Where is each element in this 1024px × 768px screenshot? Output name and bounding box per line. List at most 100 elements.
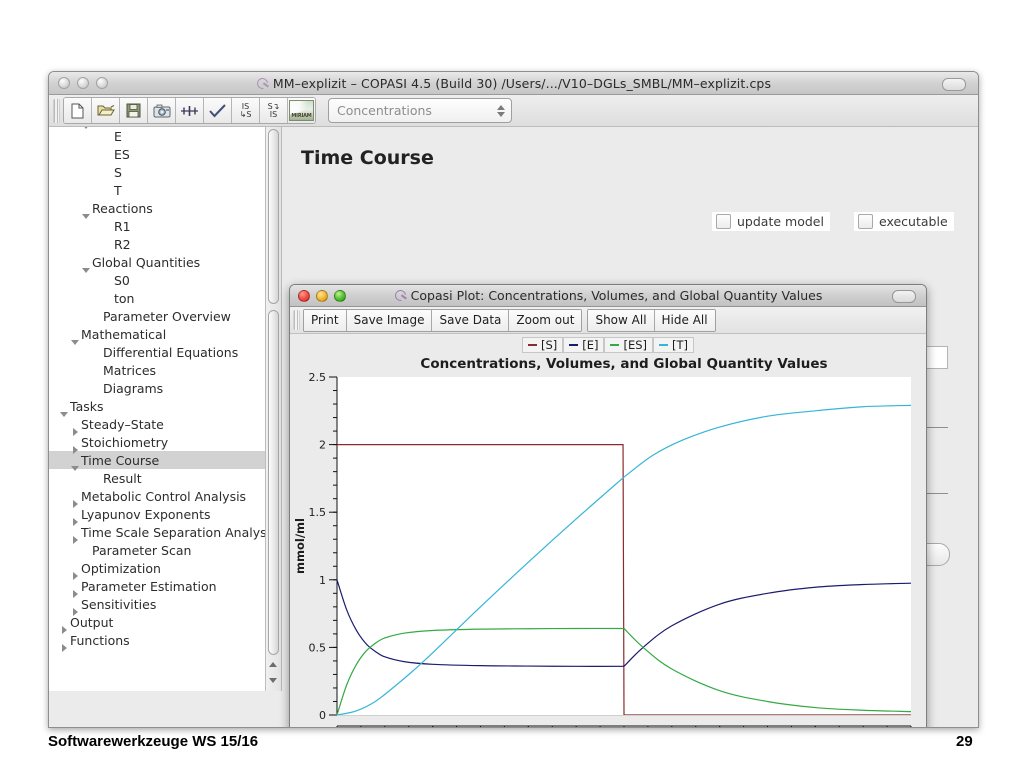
tree-item[interactable]: Metabolic Control Analysis [49, 487, 265, 508]
hide-all-button[interactable]: Hide All [654, 309, 715, 331]
tree-item-label: Lyapunov Exponents [81, 506, 211, 522]
miriam-icon[interactable]: MIRIAM [288, 98, 315, 123]
copasi-main-window: MM–explizit – COPASI 4.5 (Build 30) /Use… [48, 71, 979, 728]
tree-item-label: Mathematical [81, 326, 167, 342]
tree-item[interactable]: Diagrams [49, 379, 265, 397]
save-image-button[interactable]: Save Image [346, 309, 433, 331]
y-axis-label: mmol/ml [293, 518, 307, 574]
y-tick-label: 2 [319, 439, 326, 452]
tree-item[interactable]: E [49, 127, 265, 145]
unit-select-value: Concentrations [337, 103, 432, 118]
executable-checkbox[interactable]: executable [854, 212, 954, 231]
s-to-is-icon[interactable]: S↴ IS [260, 98, 288, 123]
stepper-arrows-icon[interactable] [487, 101, 507, 120]
legend-item-t[interactable]: [T] [653, 336, 695, 353]
tree-item-label: S [114, 164, 122, 180]
save-data-button[interactable]: Save Data [432, 309, 510, 331]
tree-item[interactable]: Result [49, 469, 265, 487]
new-document-icon[interactable] [64, 98, 92, 123]
plot-zoom-button[interactable] [334, 290, 346, 302]
tree-item[interactable]: Output [49, 613, 265, 634]
tree-item[interactable]: Time Course [49, 451, 265, 471]
tree-item[interactable]: ton [49, 289, 265, 307]
y-tick-label: 1.5 [309, 506, 327, 519]
chart-svg[interactable]: Concentrations, Volumes, and Global Quan… [290, 355, 926, 728]
legend-label-t: [T] [672, 337, 689, 352]
tree-item-label: Parameter Overview [103, 308, 231, 324]
plot-toolbar-toggle-button[interactable] [892, 290, 916, 303]
print-button[interactable]: Print [304, 309, 347, 331]
slide-page-number: 29 [956, 733, 973, 750]
tree-item[interactable]: R1 [49, 217, 265, 235]
tree-item[interactable]: S [49, 163, 265, 181]
tree-item-label: Parameter Scan [92, 542, 192, 558]
tree-item[interactable]: Parameter Scan [49, 541, 265, 559]
tree-item[interactable]: T [49, 181, 265, 199]
legend-item-es[interactable]: [ES] [604, 336, 654, 353]
main-window-titlebar: MM–explizit – COPASI 4.5 (Build 30) /Use… [49, 72, 978, 95]
y-tick-label: 0 [319, 709, 326, 722]
zoom-button[interactable] [96, 77, 108, 89]
tree-item[interactable]: Differential Equations [49, 343, 265, 361]
tree-vertical-scrollbar[interactable] [265, 127, 281, 691]
plot-minimize-button[interactable] [316, 290, 328, 302]
tree-item[interactable]: Lyapunov Exponents [49, 505, 265, 526]
page-title: Time Course [301, 147, 434, 169]
tree-item-label: S0 [114, 272, 130, 288]
tree-item[interactable]: Parameter Overview [49, 307, 265, 325]
unit-select[interactable]: Concentrations [328, 98, 512, 123]
tree-item[interactable]: Time Scale Separation Analysis [49, 523, 277, 544]
tree-item[interactable]: ES [49, 145, 265, 163]
checkbox-box-icon[interactable] [858, 214, 873, 229]
open-folder-icon[interactable] [92, 98, 120, 123]
tree-item[interactable]: Optimization [49, 559, 265, 580]
tree-item[interactable]: R2 [49, 235, 265, 253]
minimize-button[interactable] [77, 77, 89, 89]
tree-vscroll-thumb[interactable] [268, 310, 279, 655]
copasi-plot-app-icon [394, 290, 407, 301]
tree-item[interactable]: Mathematical [49, 325, 265, 345]
is-to-s-icon[interactable]: IS ↳S [232, 98, 260, 123]
update-model-checkbox[interactable]: update model [712, 212, 830, 231]
tree-item[interactable]: Tasks [49, 397, 265, 417]
tree-item-label: Metabolic Control Analysis [81, 488, 247, 504]
legend-swatch-t [659, 343, 669, 346]
legend-item-e[interactable]: [E] [563, 336, 605, 353]
zoom-out-button[interactable]: Zoom out [509, 309, 582, 331]
close-button[interactable] [58, 77, 70, 89]
toolbar-toggle-button[interactable] [942, 78, 966, 91]
show-all-button[interactable]: Show All [588, 309, 655, 331]
tree-item[interactable]: Parameter Estimation [49, 577, 265, 598]
tree-item[interactable]: Steady–State [49, 415, 265, 436]
plot-close-button[interactable] [298, 290, 310, 302]
plot-canvas-area[interactable]: Concentrations, Volumes, and Global Quan… [290, 355, 926, 728]
tree-item[interactable]: Stoichiometry [49, 433, 265, 454]
tree-item-label: Differential Equations [103, 344, 239, 360]
tree-item[interactable]: S0 [49, 271, 265, 289]
window-traffic-lights[interactable] [58, 77, 108, 89]
model-tree[interactable]: SpeciesEESSTReactionsR1R2Global Quantiti… [49, 127, 282, 691]
y-tick-label: 1 [319, 574, 326, 587]
tree-item-label: Sensitivities [81, 596, 157, 612]
tree-item[interactable]: Global Quantities [49, 253, 265, 273]
check-icon[interactable] [204, 98, 232, 123]
toolbar-drag-handle[interactable] [53, 98, 60, 123]
tree-vscroll-thumb-upper[interactable] [268, 129, 279, 304]
legend-item-s[interactable]: [S] [521, 336, 564, 353]
tree-item-label: Optimization [81, 560, 161, 576]
camera-snapshot-icon[interactable] [148, 98, 176, 123]
y-tick-label: 2.5 [309, 371, 327, 384]
tree-item[interactable]: Sensitivities [49, 595, 265, 616]
tree-item-label: Steady–State [81, 416, 164, 432]
tree-item[interactable]: Reactions [49, 199, 265, 219]
save-floppy-icon[interactable] [120, 98, 148, 123]
checkbox-box-icon[interactable] [716, 214, 731, 229]
main-window-title: MM–explizit – COPASI 4.5 (Build 30) /Use… [49, 76, 978, 91]
tree-vscroll-arrows-icon[interactable] [268, 659, 279, 689]
plot-traffic-lights[interactable] [298, 290, 346, 302]
tree-item[interactable]: Matrices [49, 361, 265, 379]
legend-label-es: [ES] [623, 337, 648, 352]
sliders-icon[interactable] [176, 98, 204, 123]
plot-toolbar-drag-handle[interactable] [293, 310, 300, 330]
tree-item[interactable]: Functions [49, 631, 265, 652]
